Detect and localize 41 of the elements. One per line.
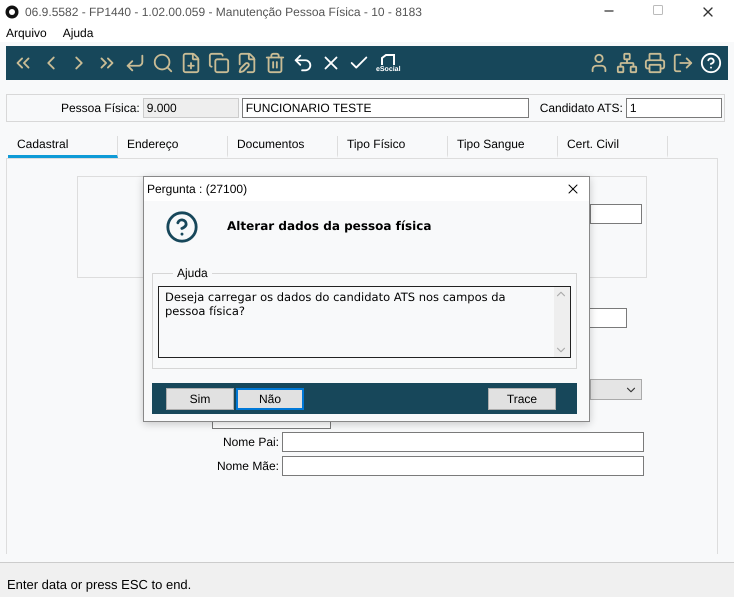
- printer-icon[interactable]: [644, 52, 666, 74]
- tab[interactable]: Cadastral: [8, 136, 118, 158]
- dialog-heading: Alterar dados da pessoa física: [227, 219, 432, 233]
- field-label: Pessoa Física:: [61, 101, 140, 115]
- text-field[interactable]: [590, 204, 642, 224]
- field-label: Candidato ATS:: [540, 101, 623, 115]
- search-icon[interactable]: [152, 52, 174, 74]
- enter-icon[interactable]: [124, 52, 146, 74]
- tab[interactable]: Tipo Físico: [338, 136, 448, 158]
- field-label: Nome Mãe:: [216, 459, 279, 473]
- edit-file-icon[interactable]: [236, 52, 258, 74]
- app-logo-icon: [5, 5, 19, 19]
- dialog-button[interactable]: Sim: [166, 388, 234, 410]
- exit-icon[interactable]: [672, 52, 694, 74]
- hierarchy-icon[interactable]: [616, 52, 638, 74]
- dialog-button[interactable]: Trace: [488, 388, 556, 410]
- message-box[interactable]: Deseja carregar os dados do candidato ATS nos campos da pessoa física?: [158, 286, 571, 358]
- message-text: Deseja carregar os dados do candidato ATS nos campos da pessoa física?: [164, 289, 507, 320]
- name-field[interactable]: FUNCIONARIO TESTE: [242, 98, 529, 118]
- father-name-field[interactable]: [282, 432, 644, 452]
- tab[interactable]: Cert. Civil: [558, 136, 668, 158]
- menu-item[interactable]: Arquivo: [6, 26, 47, 40]
- new-file-icon[interactable]: [180, 52, 202, 74]
- field-label: Nome Pai:: [222, 435, 279, 449]
- menu-item[interactable]: Ajuda: [62, 26, 94, 40]
- window-title: 06.9.5582 - FP1440 - 1.02.00.059 - Manutenção Pessoa Física - 10 - 8183: [25, 5, 423, 19]
- tab[interactable]: Endereço: [118, 136, 228, 158]
- dialog-button[interactable]: Não: [236, 388, 304, 410]
- code-field[interactable]: 9.000: [142, 98, 239, 118]
- mother-name-field[interactable]: [282, 456, 644, 476]
- trash-icon[interactable]: [264, 52, 286, 74]
- help-icon[interactable]: [700, 52, 722, 74]
- candidate-field[interactable]: 1: [626, 98, 722, 118]
- question-icon: [165, 210, 199, 244]
- dialog-title: Pergunta : (27100): [147, 182, 248, 196]
- group-label: Ajuda: [173, 266, 212, 280]
- tab[interactable]: Tipo Sangue: [448, 136, 558, 158]
- status-text: Enter data or press ESC to end.: [7, 577, 192, 592]
- tab[interactable]: Documentos: [228, 136, 338, 158]
- copy-icon[interactable]: [208, 52, 230, 74]
- undo-icon[interactable]: [292, 52, 314, 74]
